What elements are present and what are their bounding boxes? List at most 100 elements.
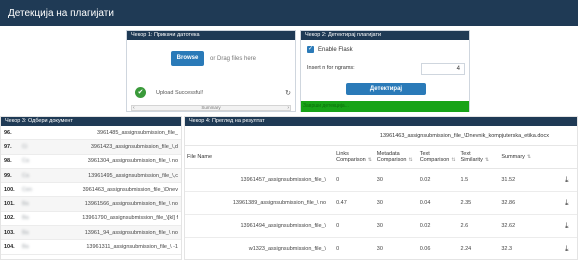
- document-prefix: Ba: [22, 229, 29, 236]
- document-number: 103.: [4, 229, 15, 236]
- detection-status-bar: Заврши детекција...: [301, 101, 469, 112]
- refresh-icon[interactable]: ↻: [285, 89, 291, 97]
- drop-hint: or Drag files here: [210, 55, 257, 62]
- file-drop-zone[interactable]: Browse or Drag files here: [171, 51, 256, 66]
- result-file-name: 13961389_assignsubmission_file_\ no: [185, 191, 335, 215]
- document-list-item[interactable]: 101. Ba 13961566_assignsubmission_file_\ n…: [1, 197, 181, 212]
- results-table-header: File Name Links Comparison ⇅ Metadata Com…: [185, 146, 577, 169]
- text-comparison-value: 0.02: [417, 214, 459, 238]
- col-links-label: Links Comparison: [336, 150, 366, 163]
- download-icon[interactable]: ⤓: [556, 237, 577, 260]
- scroll-right-icon[interactable]: ›: [287, 105, 289, 111]
- compared-file-name: 13961463_assignsubmission_file_\Dnevnik_…: [185, 126, 577, 146]
- document-name: 3961423_assignsubmission_file_\,d: [90, 143, 178, 150]
- table-row[interactable]: 13961457_assignsubmission_file_\ 0 30 0.02 1…: [185, 168, 577, 192]
- text-comparison-value: 0.04: [417, 191, 459, 215]
- document-name: 13961566_assignsubmission_file_\ no: [84, 201, 178, 208]
- results-panel-heading: Чекор 4: Преглед на резултат: [185, 117, 577, 126]
- document-name: 13961311_assignsubmission_file_\ -1: [86, 244, 178, 251]
- browse-button[interactable]: Browse: [171, 51, 204, 66]
- ngram-input[interactable]: 4: [421, 63, 465, 75]
- document-name: 13961_94_assignsubmission_file_\ no: [84, 229, 178, 236]
- text-similarity-value: 2.35: [458, 191, 500, 215]
- col-summary[interactable]: Summary ⇅: [499, 146, 557, 169]
- document-list-item[interactable]: 98. Ca 3961304_assignsubmission_file_\ no: [1, 155, 181, 169]
- document-number: 102.: [4, 215, 15, 222]
- download-icon[interactable]: ⤓: [556, 168, 577, 192]
- document-list-item[interactable]: 100. Cen 3961463_assignsubmission_file_\Dn…: [1, 183, 181, 198]
- download-icon[interactable]: ⤓: [556, 191, 577, 215]
- document-prefix: Ca: [22, 158, 30, 165]
- document-list-heading: Чекор 3: Одбери документ: [1, 117, 181, 126]
- col-links[interactable]: Links Comparison ⇅: [334, 146, 375, 169]
- document-list-item[interactable]: 97. Ci 3961423_assignsubmission_file_\,d: [1, 140, 181, 155]
- document-list-panel: Чекор 3: Одбери документ 96. 3961485_assi…: [0, 116, 182, 260]
- metadata-value: 30: [374, 191, 418, 215]
- ngram-label: Insert n for ngrams:: [307, 65, 355, 71]
- table-row[interactable]: 13961389_assignsubmission_file_\ no 0.47 3…: [185, 191, 577, 215]
- upload-panel: Чекор 1: Прикачи датотека Browse or Drag…: [126, 30, 296, 112]
- detect-panel: Чекор 2: Детектирај плагијати ✓ Enable F…: [300, 30, 470, 112]
- col-file-name[interactable]: File Name: [185, 146, 335, 169]
- detect-button[interactable]: Детектирај: [346, 83, 426, 95]
- document-name: 3961463_assignsubmission_file_\Dnev: [82, 186, 178, 193]
- document-name: 3961485_assignsubmission_file_: [96, 129, 178, 136]
- document-prefix: Ba: [22, 215, 29, 222]
- document-list-item[interactable]: 96. 3961485_assignsubmission_file_: [1, 126, 181, 141]
- col-metadata-label: Metadata Comparison: [376, 150, 407, 163]
- document-list-item[interactable]: 104. Ba 13961311_assignsubmission_file_\ -…: [1, 240, 181, 255]
- download-icon[interactable]: ⤓: [556, 214, 577, 238]
- check-circle-icon: ✔: [135, 87, 146, 98]
- detect-panel-heading: Чекор 2: Детектирај плагијати: [301, 31, 469, 40]
- text-similarity-value: 1.5: [458, 168, 500, 192]
- document-list-item[interactable]: 103. Ba 13961_94_assignsubmission_file_\ n…: [1, 226, 181, 241]
- sort-icon[interactable]: ⇅: [485, 157, 489, 163]
- result-file-name: 13961457_assignsubmission_file_\: [185, 168, 335, 192]
- document-list-item[interactable]: 99. Ca 13961495_assignsubmission_file_\,c: [1, 168, 181, 184]
- document-number: 97.: [4, 143, 12, 150]
- metadata-value: 30: [374, 214, 418, 238]
- col-text-similarity[interactable]: Text Similarity ⇅: [458, 146, 500, 169]
- text-comparison-value: 0.02: [417, 168, 459, 192]
- metadata-value: 30: [374, 237, 418, 260]
- col-summary-label: Summary: [501, 153, 525, 160]
- text-similarity-value: 2.6: [458, 214, 500, 238]
- col-metadata[interactable]: Metadata Comparison ⇅: [374, 146, 418, 169]
- document-list: 96. 3961485_assignsubmission_file_ 97. Ci 39…: [1, 126, 181, 255]
- document-number: 96.: [4, 129, 12, 136]
- upload-success-text: Upload Successful!: [156, 89, 204, 96]
- links-value: 0.47: [334, 191, 375, 215]
- enable-flask-option[interactable]: ✓ Enable Flask: [307, 46, 353, 53]
- document-list-item[interactable]: 102. Ba 13961790_assignsubmission_file_\[k…: [1, 212, 181, 227]
- summary-value: 32.86: [499, 191, 557, 215]
- table-row[interactable]: w1323_assignsubmission_file_\ 0 30 0.06 2.24…: [185, 237, 577, 260]
- text-similarity-value: 2.24: [458, 237, 500, 260]
- sort-icon[interactable]: ⇅: [408, 157, 412, 163]
- summary-value: 31.52: [499, 168, 557, 192]
- document-prefix: Cen: [22, 186, 33, 193]
- summary-value: 32.3: [499, 237, 557, 260]
- summary-label: Summary: [201, 105, 221, 110]
- enable-flask-checkbox[interactable]: ✓: [307, 46, 314, 53]
- document-name: 3961304_assignsubmission_file_\ no: [87, 158, 178, 165]
- upload-panel-heading: Чекор 1: Прикачи датотека: [127, 31, 295, 40]
- document-name: 13961790_assignsubmission_file_\[kl] f: [82, 215, 178, 222]
- col-text-comparison[interactable]: Text Comparison ⇅: [417, 146, 459, 169]
- summary-value: 32.62: [499, 214, 557, 238]
- document-prefix: Ba: [22, 201, 29, 208]
- app-header: Детекција на плагијати: [0, 0, 578, 26]
- links-value: 0: [334, 168, 375, 192]
- table-row[interactable]: 13961494_assignsubmission_file_\ 0 30 0.02 2…: [185, 214, 577, 238]
- document-name: 13961495_assignsubmission_file_\,c: [88, 172, 178, 179]
- sort-icon[interactable]: ⇅: [527, 154, 531, 160]
- summary-scrollbar[interactable]: ‹ Summary ›: [131, 105, 291, 111]
- sort-icon[interactable]: ⇅: [451, 157, 455, 163]
- result-file-name: w1323_assignsubmission_file_\: [185, 237, 335, 260]
- sort-icon[interactable]: ⇅: [368, 157, 372, 163]
- metadata-value: 30: [374, 168, 418, 192]
- col-text-similarity-label: Text Similarity: [460, 150, 483, 163]
- document-prefix: Ba: [22, 244, 29, 251]
- links-value: 0: [334, 214, 375, 238]
- document-number: 100.: [4, 186, 15, 193]
- results-panel: Чекор 4: Преглед на резултат 13961463_as…: [184, 116, 578, 260]
